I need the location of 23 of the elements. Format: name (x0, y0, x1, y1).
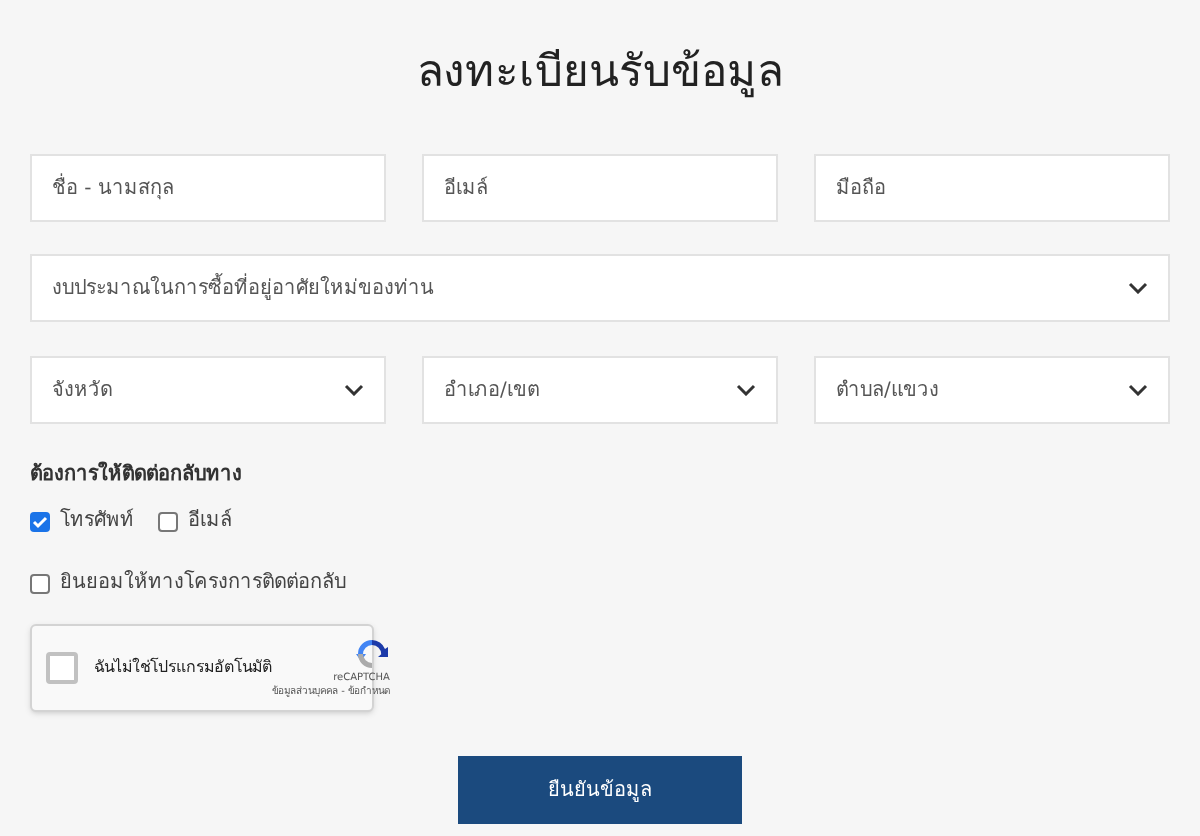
checkbox[interactable] (46, 652, 78, 684)
dropdown-field[interactable]: จังหวัด (30, 356, 386, 424)
chevron-down-icon (1128, 384, 1148, 396)
chevron-down-icon (736, 384, 756, 396)
checkbox-label[interactable]: โทรศัพท์ (60, 506, 134, 536)
checkbox[interactable] (30, 573, 50, 593)
chevron-down-icon (344, 384, 364, 396)
chevron-down-icon (1128, 282, 1148, 294)
form-title: ลงทะเบียนรับข้อมูล (415, 46, 785, 102)
recaptcha-label: ฉันไม่ใช่โปรแกรมอัตโนมัติ (94, 656, 272, 680)
recaptcha-logo-icon (353, 636, 390, 672)
dropdown-field[interactable]: ตำบล/แขวง (814, 356, 1170, 424)
checkbox[interactable] (30, 511, 50, 531)
text-input-field[interactable]: มือถือ (814, 154, 1170, 222)
text-input-field[interactable]: อีเมล์ (422, 154, 778, 222)
dropdown-field[interactable]: งบประมาณในการซื้อที่อยู่อาศัยใหม่ของท่าน (30, 254, 1170, 322)
dropdown-field[interactable]: อำเภอ/เขต (422, 356, 778, 424)
section-label: ต้องการให้ติดต่อกลับทาง (30, 460, 244, 490)
text-input-field[interactable]: ชื่อ - นามสกุล (30, 154, 386, 222)
submit-button[interactable]: ยืนยันข้อมูล (458, 756, 742, 824)
checkbox-label[interactable]: อีเมล์ (188, 506, 232, 536)
checkbox[interactable] (158, 511, 178, 531)
checkbox-label[interactable]: ยินยอมให้ทางโครงการติดต่อกลับ (60, 568, 346, 598)
